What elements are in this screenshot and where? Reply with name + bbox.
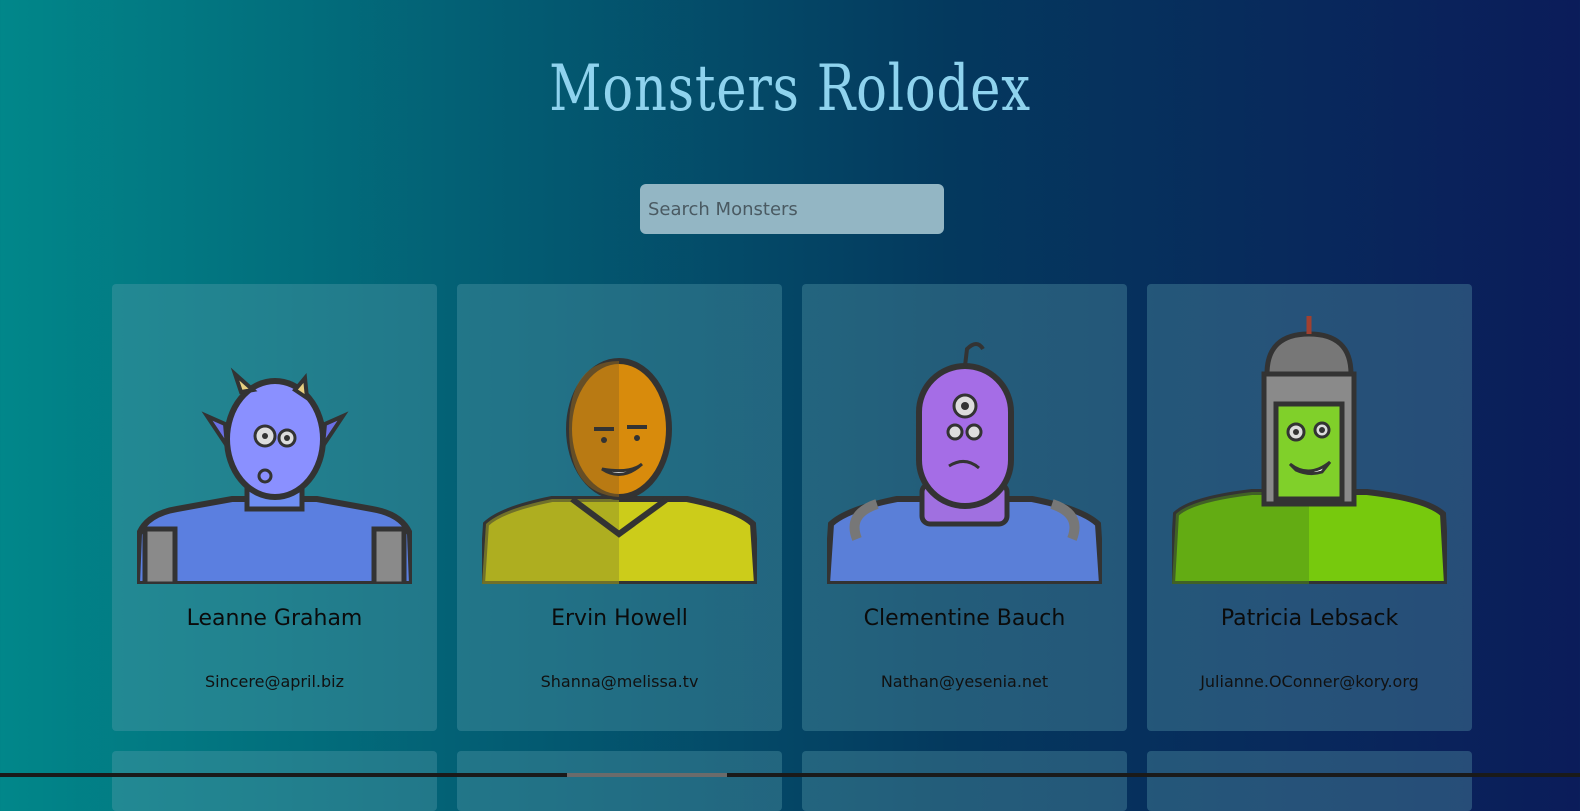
monster-name: Ervin Howell <box>551 606 688 631</box>
monster-name: Patricia Lebsack <box>1220 606 1399 631</box>
monster-card[interactable]: Ervin Howell Shanna@melissa.tv <box>457 284 782 731</box>
search-input[interactable] <box>640 184 944 234</box>
monster-avatar-purple-robot <box>827 342 1102 584</box>
page-title: Monsters Rolodex <box>549 52 1031 126</box>
monster-name: Leanne Graham <box>186 606 363 631</box>
horizontal-scrollbar[interactable] <box>0 773 1580 777</box>
monster-avatar-blue-horned <box>137 367 412 584</box>
monster-card[interactable]: Leanne Graham Sincere@april.biz <box>112 284 437 731</box>
monster-email: Sincere@april.biz <box>205 672 344 691</box>
monster-card[interactable] <box>802 751 1127 811</box>
monster-card[interactable] <box>112 751 437 811</box>
monster-avatar-orange-hooded <box>482 358 757 584</box>
monster-card[interactable] <box>457 751 782 811</box>
monster-card[interactable] <box>1147 751 1472 811</box>
monster-card[interactable]: Clementine Bauch Nathan@yesenia.net <box>802 284 1127 731</box>
monster-name: Clementine Bauch <box>863 606 1066 631</box>
monster-email: Nathan@yesenia.net <box>880 672 1049 691</box>
monster-email: Shanna@melissa.tv <box>540 672 699 691</box>
monster-card[interactable]: Patricia Lebsack Julianne.OConner@kory.o… <box>1147 284 1472 731</box>
scrollbar-thumb[interactable] <box>567 773 727 777</box>
monster-avatar-green-helmet <box>1172 316 1447 584</box>
monster-email: Julianne.OConner@kory.org <box>1200 672 1419 691</box>
